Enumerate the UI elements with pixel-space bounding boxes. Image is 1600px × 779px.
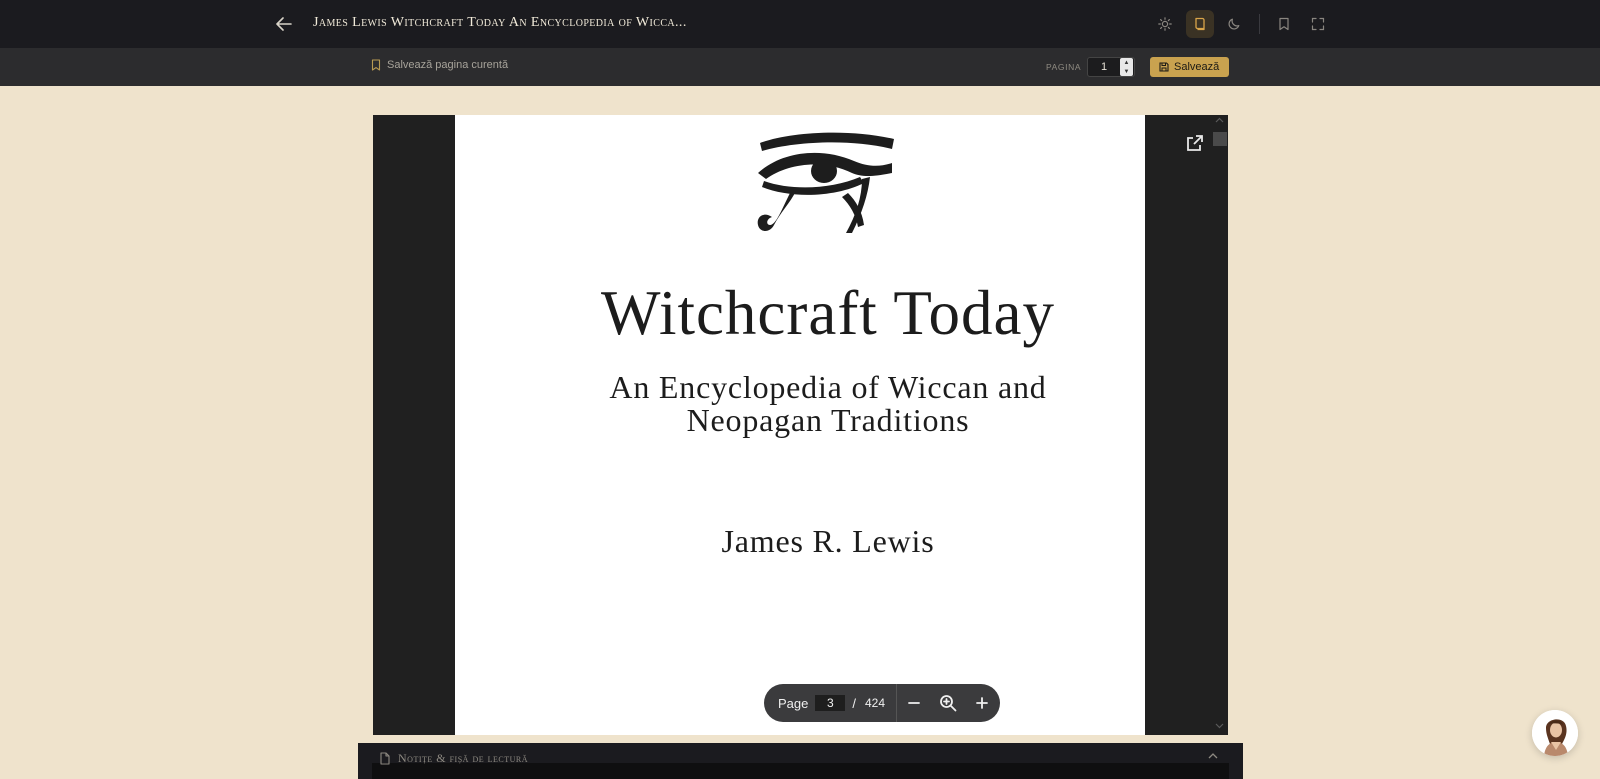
scroll-up-icon[interactable]: [1215, 117, 1224, 123]
bookmark-icon: [371, 59, 381, 71]
pdf-viewer[interactable]: Witchcraft Today An Encyclopedia of Wicc…: [373, 115, 1228, 735]
moon-icon: [1228, 18, 1240, 30]
bookmark-icon: [1279, 17, 1289, 31]
eye-of-horus-logo: [757, 132, 894, 233]
fullscreen-button[interactable]: [1304, 10, 1332, 38]
document-icon: [380, 752, 390, 765]
chevron-up-icon[interactable]: [1208, 752, 1218, 759]
book-mode-icon: [1195, 17, 1205, 31]
page-separator: /: [852, 695, 856, 711]
assistant-avatar[interactable]: [1532, 710, 1578, 756]
scrollbar-thumb[interactable]: [1213, 132, 1227, 146]
stepper-up-icon[interactable]: ▲: [1124, 60, 1130, 66]
book-subtitle-line: Neopagan Traditions: [686, 402, 970, 438]
fullscreen-icon: [1311, 17, 1325, 31]
document-title: James Lewis Witchcraft Today An Encyclop…: [313, 15, 687, 30]
pdf-page: Witchcraft Today An Encyclopedia of Wicc…: [455, 115, 1145, 735]
page-label: PAGINA: [1046, 62, 1082, 72]
toolbar-divider: [1259, 14, 1260, 34]
back-button[interactable]: [272, 14, 296, 34]
save-current-page-link[interactable]: Salvează pagina curentă: [371, 59, 508, 71]
page-save-bar: Salvează pagina curentă PAGINA ▲ ▼ Salve…: [0, 48, 1600, 86]
zoom-icon: [940, 695, 957, 712]
scroll-down-icon[interactable]: [1215, 723, 1224, 729]
viewer-scrollbar[interactable]: [1211, 115, 1228, 735]
light-theme-button[interactable]: [1151, 10, 1179, 38]
book-title: Witchcraft Today: [601, 278, 1055, 348]
zoom-reset-button[interactable]: [931, 684, 965, 722]
external-link-icon: [1187, 135, 1203, 151]
page-stepper[interactable]: ▲ ▼: [1120, 58, 1133, 76]
sepia-theme-button[interactable]: [1186, 10, 1214, 38]
zoom-in-button[interactable]: [965, 684, 999, 722]
plus-icon: [976, 697, 988, 709]
save-icon: [1159, 62, 1169, 72]
sun-icon: [1158, 17, 1172, 31]
notes-panel: Notițe & fișă de lectură: [358, 743, 1243, 779]
back-arrow-icon: [276, 17, 292, 31]
avatar-portrait: [1532, 710, 1578, 756]
book-subtitle-line: An Encyclopedia of Wiccan and: [609, 369, 1047, 405]
page-label: Page: [778, 695, 809, 711]
minus-icon: [908, 702, 920, 704]
bookmark-button[interactable]: [1270, 10, 1298, 38]
pdf-page-toolbar: Page / 424: [764, 684, 1000, 722]
book-subtitle: An Encyclopedia of Wiccan and Neopagan T…: [455, 371, 1145, 437]
book-author: James R. Lewis: [721, 523, 935, 559]
zoom-out-button[interactable]: [897, 684, 931, 722]
stepper-down-icon[interactable]: ▼: [1124, 69, 1130, 75]
save-current-page-label: Salvează pagina curentă: [387, 59, 509, 71]
pdf-page-input[interactable]: [815, 695, 846, 711]
total-pages: 424: [865, 696, 886, 710]
notes-panel-label: Notițe & fișă de lectură: [398, 751, 528, 765]
open-in-new-window-button[interactable]: [1185, 133, 1207, 155]
top-bar: James Lewis Witchcraft Today An Encyclop…: [0, 0, 1600, 48]
dark-theme-button[interactable]: [1220, 10, 1248, 38]
save-button[interactable]: Salvează: [1150, 57, 1230, 77]
save-button-label: Salvează: [1174, 61, 1220, 73]
notes-panel-toggle[interactable]: Notițe & fișă de lectură: [379, 751, 528, 766]
